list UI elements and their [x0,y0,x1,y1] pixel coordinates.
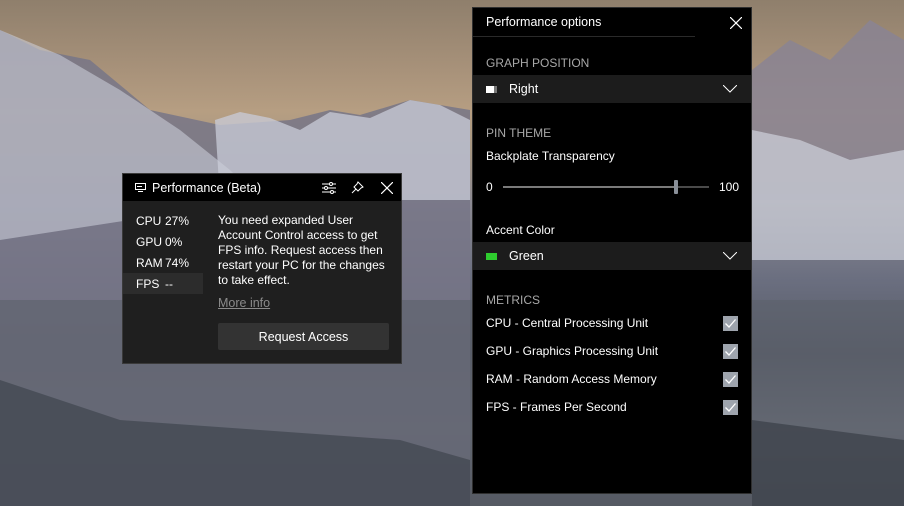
performance-widget: Performance (Beta) CPU 27% GPU 0% RAM 74% F… [122,173,402,364]
metric-option-cpu[interactable]: CPU - Central Processing Unit [486,313,738,333]
metric-ram[interactable]: RAM 74% [123,252,203,273]
metric-option-fps[interactable]: FPS - Frames Per Second [486,397,738,417]
checkbox-checked-icon[interactable] [723,399,738,415]
chevron-down-icon [723,252,737,260]
metrics-heading: METRICS [486,293,540,307]
checkbox-checked-icon[interactable] [723,343,738,359]
metric-fps[interactable]: FPS -- [123,273,203,294]
uac-message: You need expanded User Account Control a… [218,213,385,287]
metric-option-gpu[interactable]: GPU - Graphics Processing Unit [486,341,738,361]
metric-label: GPU [136,234,163,249]
metric-option-label: CPU - Central Processing Unit [486,316,649,330]
metric-option-label: GPU - Graphics Processing Unit [486,344,659,358]
performance-options-panel: Performance options GRAPH POSITION Right… [472,7,752,494]
metric-value: -- [165,276,173,291]
metric-gpu[interactable]: GPU 0% [123,231,203,252]
performance-widget-header[interactable]: Performance (Beta) [123,174,401,201]
metric-option-label: RAM - Random Access Memory [486,372,657,386]
chevron-down-icon [723,85,737,93]
slider-fill [502,186,676,188]
checkbox-checked-icon[interactable] [723,315,738,331]
slider-thumb[interactable] [673,180,678,194]
monitor-icon [135,181,146,195]
settings-sliders-icon[interactable] [314,174,343,201]
pin-icon[interactable] [343,174,372,201]
slider-max-label: 100 [718,180,739,194]
accent-color-label: Accent Color [486,223,555,237]
metrics-list: CPU 27% GPU 0% RAM 74% FPS -- [123,210,203,294]
metric-label: FPS [136,276,160,291]
metric-value: 74% [165,255,190,270]
graph-position-dropdown[interactable]: Right [473,75,751,103]
close-icon[interactable] [372,174,401,201]
metric-cpu[interactable]: CPU 27% [123,210,203,231]
graph-position-value: Right [509,82,539,96]
metric-option-label: FPS - Frames Per Second [486,400,627,414]
close-icon[interactable] [721,8,751,37]
metric-value: 0% [165,234,183,249]
backplate-transparency-label: Backplate Transparency [486,149,615,163]
more-info-link[interactable]: More info [218,296,270,310]
slider-track[interactable] [502,180,709,194]
accent-color-value: Green [509,249,544,263]
metric-value: 27% [165,213,190,228]
transparency-slider[interactable]: 0 100 [486,180,739,194]
color-swatch [486,252,497,260]
checkbox-checked-icon[interactable] [723,371,738,387]
pin-theme-heading: PIN THEME [486,126,552,140]
position-right-icon [486,85,497,93]
options-title: Performance options [473,8,695,37]
graph-position-heading: GRAPH POSITION [486,56,590,70]
accent-color-dropdown[interactable]: Green [473,242,751,270]
slider-min-label: 0 [486,180,493,194]
metric-label: CPU [136,213,162,228]
widget-title: Performance (Beta) [152,180,262,195]
metric-label: RAM [136,255,163,270]
metric-option-ram[interactable]: RAM - Random Access Memory [486,369,738,389]
request-access-button[interactable]: Request Access [218,323,389,350]
